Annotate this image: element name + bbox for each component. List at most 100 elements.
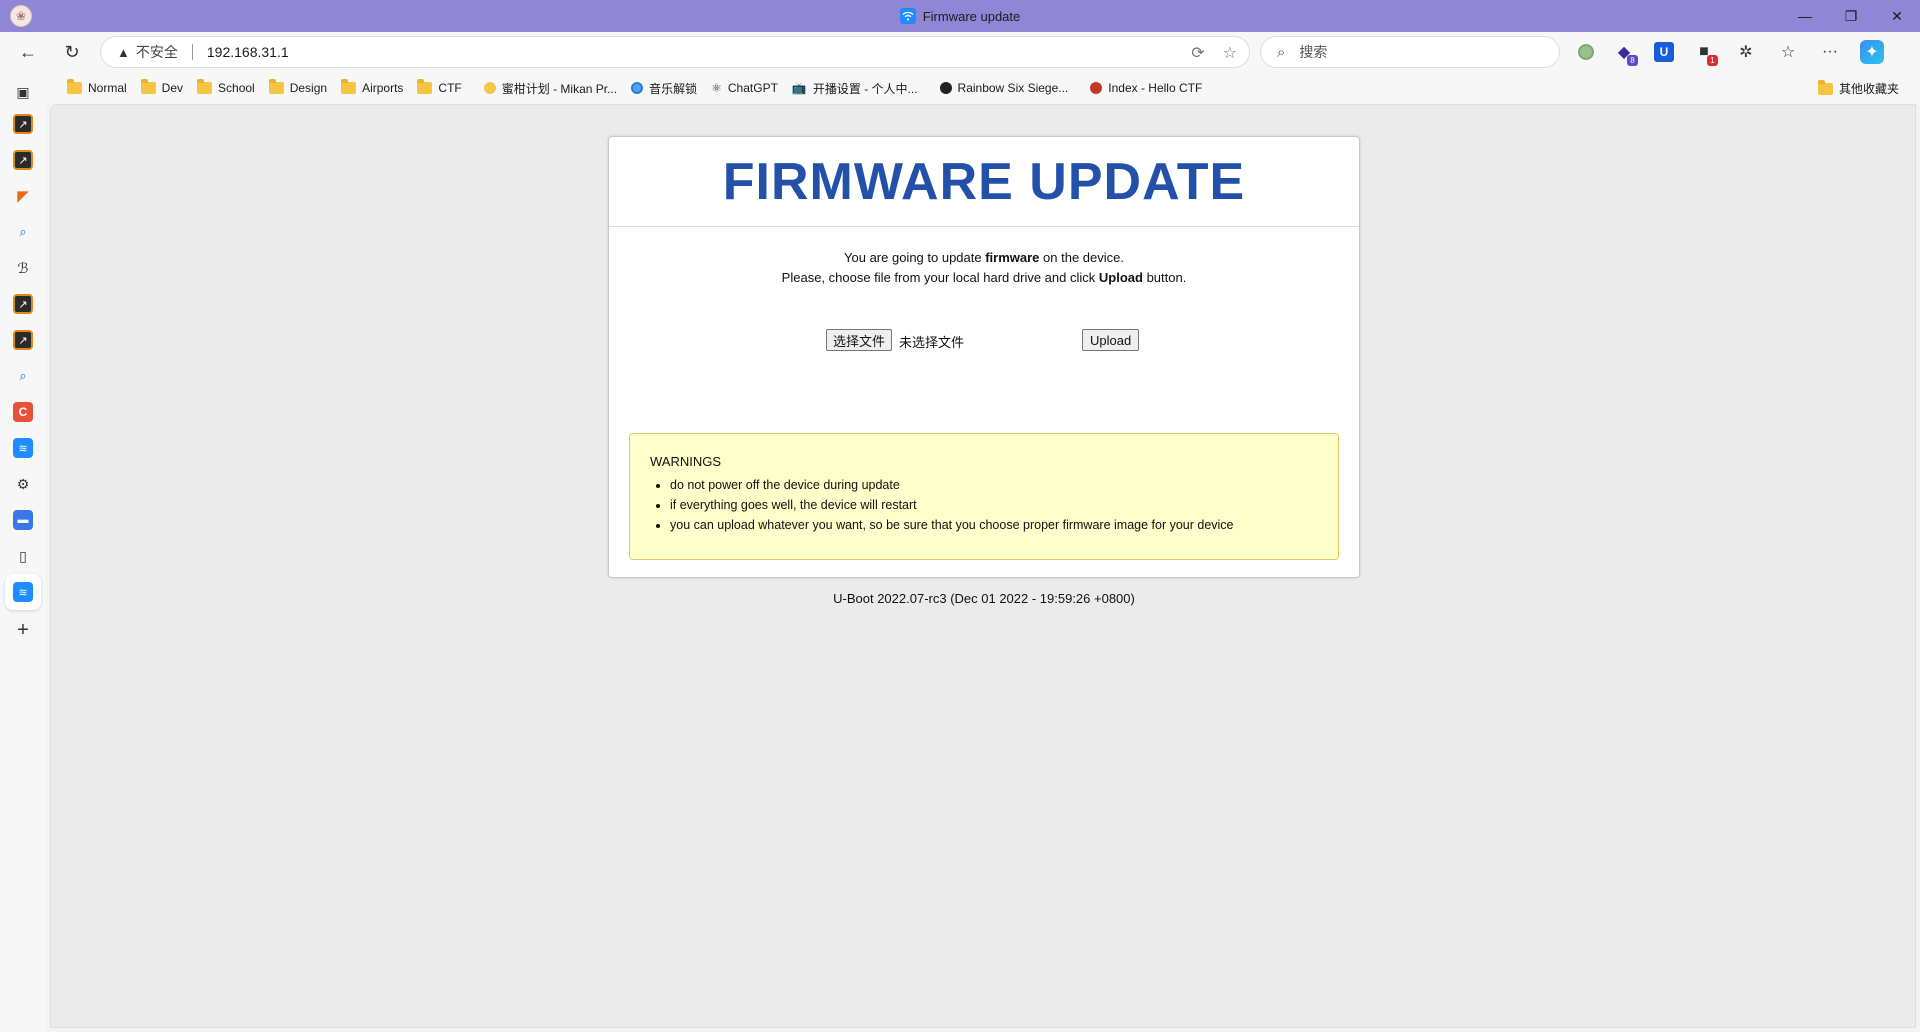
fav-link-bilibili[interactable]: 📺 开播设置 - 个人中... xyxy=(785,80,925,97)
refresh-icon[interactable]: ↻ xyxy=(54,36,90,68)
page-viewport: FIRMWARE UPDATE You are going to update … xyxy=(50,104,1916,1028)
sidebar-tab-chart-icon[interactable]: ↗ xyxy=(13,114,33,134)
extension-badge-1: 1 xyxy=(1707,55,1718,66)
wifi-favicon-icon xyxy=(899,8,916,24)
upload-button[interactable]: Upload xyxy=(1082,329,1140,351)
sidebar-tab-wifi-active-icon[interactable]: ≋ xyxy=(13,582,33,602)
warning-item: do not power off the device during updat… xyxy=(670,475,1318,495)
rainbow-six-icon xyxy=(939,82,952,94)
vertical-sidebar: ▣ ↗ ↗ ◤ ⌕ ℬ ↗ ↗ ⌕ C ≋ ⚙ ▬ ▯ ≋ + xyxy=(0,72,46,1032)
window-title: Firmware update xyxy=(922,8,1021,24)
instruction-line-1: You are going to update firmware on the … xyxy=(609,248,1359,268)
warning-item: you can upload whatever you want, so be … xyxy=(670,515,1318,535)
url-text[interactable]: 192.168.31.1 xyxy=(207,44,289,60)
search-box[interactable]: ⌕ 搜索 xyxy=(1260,36,1560,68)
bitwarden-icon[interactable]: U xyxy=(1654,42,1674,62)
text-bold: firmware xyxy=(985,250,1040,265)
restore-icon[interactable]: ❐ xyxy=(1828,0,1874,32)
choose-file-button[interactable]: 选择文件 xyxy=(826,329,893,351)
text-segment: Please, choose file from your local hard… xyxy=(781,270,1099,285)
folder-icon xyxy=(1817,79,1833,95)
sidebar-tab-flag-icon[interactable]: ◤ xyxy=(13,186,33,206)
fav-label: Dev xyxy=(161,81,184,95)
favorite-star-icon[interactable]: ☆ xyxy=(1223,43,1237,63)
sidebar-tab-search-icon[interactable]: ⌕ xyxy=(13,222,33,242)
text-segment: You are going to update xyxy=(844,250,986,265)
profile-avatar-icon[interactable]: ❀ xyxy=(10,5,32,27)
fav-label: 音乐解锁 xyxy=(649,81,698,96)
security-label[interactable]: 不安全 xyxy=(136,42,178,62)
fav-link-mikan[interactable]: 蜜柑计划 - Mikan Pr... xyxy=(477,80,624,97)
more-menu-icon[interactable]: ··· xyxy=(1818,40,1842,64)
fav-label: Airports xyxy=(362,81,404,95)
uboot-version-footer: U-Boot 2022.07-rc3 (Dec 01 2022 - 19:59:… xyxy=(833,591,1135,606)
sidebar-tab-chart-icon-3[interactable]: ↗ xyxy=(13,294,33,314)
fav-folder-school[interactable]: School xyxy=(190,79,262,95)
new-tab-plus-icon[interactable]: + xyxy=(13,619,33,641)
browser-toolbar: ← ↻ ▲ 不安全 192.168.31.1 ⟳ ☆ ⌕ 搜索 ◆ 8 U ■ 1 … xyxy=(0,32,1920,72)
translate-refresh-icon[interactable]: ⟳ xyxy=(1191,43,1204,63)
mikan-icon xyxy=(483,82,496,94)
sidebar-tab-search-icon-2[interactable]: ⌕ xyxy=(13,366,33,386)
warnings-title: WARNINGS xyxy=(650,454,722,469)
fav-label: Normal xyxy=(88,81,127,95)
bilibili-tv-icon: 📺 xyxy=(791,81,807,95)
folder-icon xyxy=(140,79,156,94)
sidebar-tab-window-icon[interactable]: ▬ xyxy=(13,510,33,530)
fav-label: 其他收藏夹 xyxy=(1838,82,1899,96)
minimize-icon[interactable]: — xyxy=(1782,0,1828,32)
fav-link-music-unlock[interactable]: 音乐解锁 xyxy=(624,80,704,97)
fav-link-rainbow-six[interactable]: Rainbow Six Siege... xyxy=(933,81,1076,95)
warning-triangle-icon[interactable]: ▲ xyxy=(117,45,130,60)
chatgpt-icon: ⚛ xyxy=(711,81,722,95)
firmware-update-card: FIRMWARE UPDATE You are going to update … xyxy=(608,136,1360,578)
extensions-puzzle-icon[interactable]: ✲ xyxy=(1734,40,1758,64)
folder-icon xyxy=(417,79,433,94)
sidebar-tab-wifi-icon[interactable]: ≋ xyxy=(13,438,33,458)
text-segment: button. xyxy=(1142,270,1187,285)
text-bold: Upload xyxy=(1098,270,1143,285)
sidebar-tab-file-icon[interactable]: ▯ xyxy=(13,546,33,566)
extension-graduation-icon[interactable]: ◆ 8 xyxy=(1612,40,1638,66)
music-icon xyxy=(631,82,644,94)
address-bar[interactable]: ▲ 不安全 192.168.31.1 ⟳ ☆ xyxy=(100,36,1250,68)
copilot-icon[interactable]: ✦ xyxy=(1860,40,1884,64)
status-dot-icon[interactable] xyxy=(1578,44,1594,60)
fav-label: 蜜柑计划 - Mikan Pr... xyxy=(501,81,618,96)
folder-icon xyxy=(67,79,82,94)
warnings-box: WARNINGS do not power off the device dur… xyxy=(629,433,1339,560)
hello-ctf-icon xyxy=(1090,82,1103,94)
window-titlebar: ❀ Firmware update — ❐ ✕ xyxy=(0,0,1920,32)
fav-label: Rainbow Six Siege... xyxy=(957,81,1069,95)
favorites-list-icon[interactable]: ☆ xyxy=(1776,40,1800,64)
fav-link-chatgpt[interactable]: ⚛ ChatGPT xyxy=(704,81,785,95)
sidebar-tab-c-icon[interactable]: C xyxy=(13,402,33,422)
tab-title-wrap: Firmware update xyxy=(899,8,1021,24)
fav-link-hello-ctf[interactable]: Index - Hello CTF xyxy=(1083,81,1209,95)
fav-label: School xyxy=(218,81,255,95)
fav-folder-design[interactable]: Design xyxy=(262,79,334,95)
extension-badge-8: 8 xyxy=(1627,55,1638,66)
favorites-bar: Normal Dev School Design Airports CTF 蜜柑… xyxy=(46,72,1920,104)
instruction-line-2: Please, choose file from your local hard… xyxy=(609,268,1359,288)
upload-form: 选择文件 未选择文件 Upload xyxy=(609,329,1359,353)
page-title: FIRMWARE UPDATE xyxy=(609,137,1359,227)
extension-box-icon[interactable]: ■ 1 xyxy=(1692,40,1718,66)
fav-folder-normal[interactable]: Normal xyxy=(60,79,134,95)
fav-folder-dev[interactable]: Dev xyxy=(134,79,190,95)
warning-item: if everything goes well, the device will… xyxy=(670,495,1318,515)
tab-actions-icon[interactable]: ▣ xyxy=(13,82,33,102)
sidebar-tab-chart-icon-2[interactable]: ↗ xyxy=(13,150,33,170)
fav-label: 开播设置 - 个人中... xyxy=(812,81,918,96)
sidebar-tab-chart-icon-4[interactable]: ↗ xyxy=(13,330,33,350)
search-placeholder: 搜索 xyxy=(1299,44,1328,60)
search-icon: ⌕ xyxy=(1277,43,1286,61)
fav-folder-ctf[interactable]: CTF xyxy=(410,79,468,95)
sidebar-tab-document-gear-icon[interactable]: ⚙ xyxy=(13,474,33,494)
warnings-list: do not power off the device during updat… xyxy=(650,475,1318,535)
fav-folder-airports[interactable]: Airports xyxy=(334,79,410,95)
close-icon[interactable]: ✕ xyxy=(1874,0,1920,32)
fav-other-folder[interactable]: 其他收藏夹 xyxy=(1811,79,1906,97)
sidebar-tab-tool-icon[interactable]: ℬ xyxy=(13,258,33,278)
back-arrow-icon[interactable]: ← xyxy=(10,36,46,68)
